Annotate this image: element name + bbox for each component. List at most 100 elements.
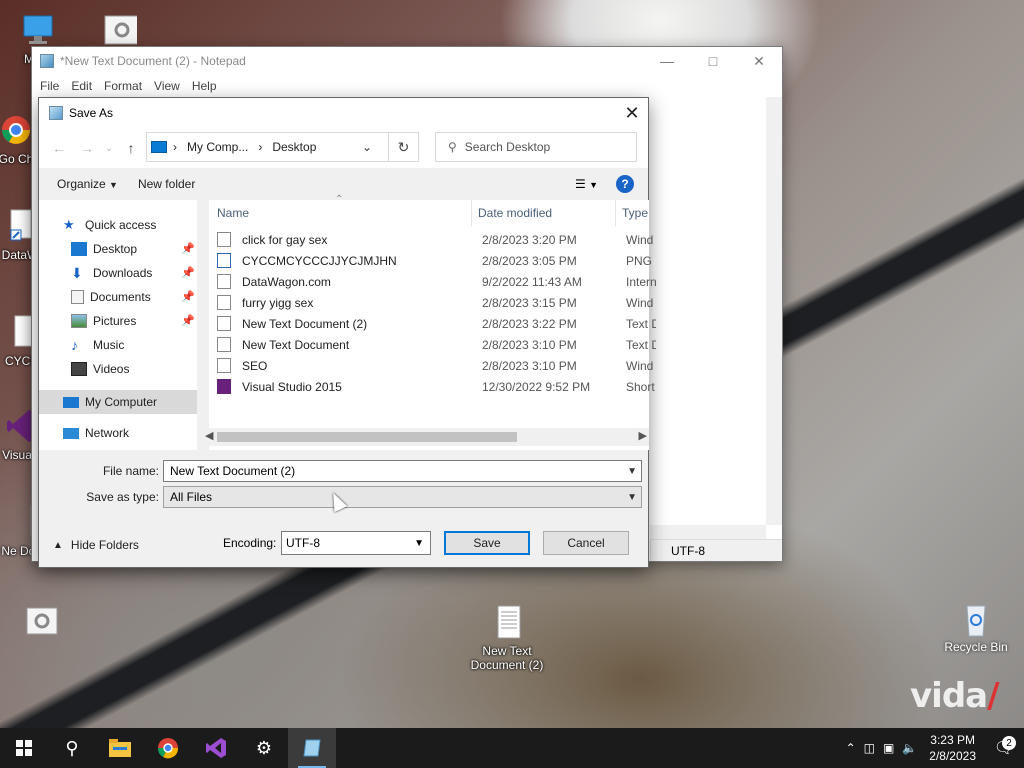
visual-studio-icon <box>217 379 231 394</box>
menu-format[interactable]: Format <box>98 79 148 93</box>
help-button[interactable]: ? <box>616 175 634 193</box>
start-button[interactable] <box>0 728 48 768</box>
nav-item-pictures[interactable]: Pictures <box>71 310 136 332</box>
desktop-icon-new-text-document-2[interactable]: New Text Document (2) <box>468 604 546 672</box>
file-name: New Text Document (2) <box>242 316 368 331</box>
file-name: DataWagon.com <box>242 274 331 289</box>
file-type: Wind <box>626 295 654 310</box>
file-row[interactable]: DataWagon.com 9/2/2022 11:43 AM Intern <box>215 271 656 292</box>
maximize-button[interactable]: □ <box>690 47 736 75</box>
nav-item-downloads[interactable]: ⬇ Downloads <box>71 262 152 284</box>
file-row[interactable]: click for gay sex 2/8/2023 3:20 PM Wind <box>215 229 653 250</box>
file-list-horizontal-scrollbar[interactable]: ◀ ▶ <box>203 428 649 446</box>
nav-item-desktop[interactable]: Desktop <box>71 238 137 260</box>
nav-item-documents[interactable]: Documents <box>71 286 151 308</box>
column-header-name[interactable]: Name <box>217 200 249 226</box>
taskbar-chrome[interactable] <box>144 728 192 768</box>
new-folder-button[interactable]: New folder <box>128 177 205 191</box>
file-row[interactable]: New Text Document 2/8/2023 3:10 PM Text D <box>215 334 656 355</box>
chevron-down-icon[interactable]: ▼ <box>627 466 637 477</box>
chrome-icon <box>2 116 30 144</box>
notepad-icon <box>303 739 321 757</box>
column-name-label: Name <box>217 206 250 220</box>
system-tray: ⌃ ◫ ▣ 🔈 3:23 PM 2/8/2023 🗨 2 <box>842 728 1024 768</box>
cancel-button[interactable]: Cancel <box>543 531 629 555</box>
caret-up-icon: ▲ <box>53 539 63 551</box>
nav-my-computer[interactable]: My Computer <box>63 391 157 413</box>
menu-view[interactable]: View <box>148 79 186 93</box>
clock[interactable]: 3:23 PM 2/8/2023 <box>921 732 984 764</box>
notepad-title-bar[interactable]: *New Text Document (2) - Notepad — □ ✕ <box>32 47 782 75</box>
address-bar[interactable]: › My Comp... › Desktop ⌄ <box>146 132 389 162</box>
menu-help[interactable]: Help <box>186 79 223 93</box>
search-input[interactable]: ⚲ Search Desktop <box>435 132 637 162</box>
scroll-left-icon[interactable]: ◀ <box>205 429 213 442</box>
menu-file[interactable]: File <box>34 79 65 93</box>
documents-icon <box>71 290 84 304</box>
column-type-label: Type <box>622 206 649 220</box>
minimize-button[interactable]: — <box>644 47 690 75</box>
taskbar-notepad[interactable] <box>288 728 336 768</box>
encoding-select[interactable]: UTF-8 ▼ <box>281 531 431 555</box>
taskbar-visual-studio[interactable] <box>192 728 240 768</box>
breadcrumb-my-computer[interactable]: My Comp... <box>187 140 248 154</box>
view-options-button[interactable]: ☰ ▼ <box>575 177 598 191</box>
watermark-mark: / <box>987 676 999 716</box>
column-divider[interactable] <box>615 200 616 226</box>
chevron-down-icon: ⌄ <box>104 142 114 154</box>
chevron-up-icon[interactable]: ⌃ <box>842 741 860 755</box>
watermark: vida/ <box>910 676 1000 716</box>
file-row[interactable]: New Text Document (2) 2/8/2023 3:22 PM Tex… <box>215 313 656 334</box>
file-name: furry yigg sex <box>242 295 314 310</box>
recent-locations-button[interactable]: ⌄ <box>101 143 117 154</box>
refresh-button[interactable]: ↻ <box>389 132 419 162</box>
menu-edit[interactable]: Edit <box>65 79 98 93</box>
nav-network[interactable]: Network <box>63 422 129 444</box>
close-button[interactable]: ✕ <box>736 47 782 75</box>
breadcrumb-desktop[interactable]: Desktop <box>272 140 316 154</box>
notepad-vertical-scrollbar[interactable] <box>766 97 782 525</box>
nav-item-music[interactable]: ♪ Music <box>71 334 124 356</box>
scroll-right-icon[interactable]: ▶ <box>639 429 647 442</box>
back-button[interactable]: ← <box>45 140 73 156</box>
file-row[interactable]: furry yigg sex 2/8/2023 3:15 PM Wind <box>215 292 653 313</box>
column-header-date[interactable]: Date modified <box>478 200 552 226</box>
file-date: 12/30/2022 9:52 PM <box>482 379 591 394</box>
encoding-value: UTF-8 <box>286 536 320 550</box>
organize-button[interactable]: Organize ▼ <box>47 177 128 191</box>
save-type-select[interactable]: All Files ▼ <box>163 486 642 508</box>
dialog-title-bar[interactable]: Save As ✕ <box>39 98 648 128</box>
file-row[interactable]: CYCCMCYCCCJJYCJMJHN 2/8/2023 3:05 PM PNG <box>215 250 652 271</box>
desktop-icon-recycle-bin[interactable]: Recycle Bin <box>940 600 1012 654</box>
taskbar-search-button[interactable]: ⚲ <box>48 728 96 768</box>
up-button[interactable]: ↑ <box>117 140 145 156</box>
file-date: 9/2/2022 11:43 AM <box>482 274 582 289</box>
save-button[interactable]: Save <box>444 531 530 555</box>
taskbar-settings[interactable]: ⚙ <box>240 728 288 768</box>
nav-quick-access[interactable]: ★ Quick access <box>63 214 156 236</box>
maximize-icon: □ <box>708 53 718 69</box>
scrollbar-thumb[interactable] <box>217 432 517 442</box>
status-encoding: UTF-8 <box>671 543 705 558</box>
dialog-close-button[interactable]: ✕ <box>616 98 648 128</box>
column-header-type[interactable]: Type <box>622 200 648 226</box>
nav-label: Documents <box>90 290 151 304</box>
action-center-button[interactable]: 🗨 2 <box>984 736 1024 758</box>
file-row[interactable]: Visual Studio 2015 12/30/2022 9:52 PM Shor… <box>215 376 655 397</box>
forward-button[interactable]: → <box>73 140 101 156</box>
column-divider[interactable] <box>471 200 472 226</box>
notepad-menu-bar: File Edit Format View Help <box>32 75 782 97</box>
nav-item-videos[interactable]: Videos <box>71 358 129 380</box>
file-row[interactable]: SEO 2/8/2023 3:10 PM Wind <box>215 355 653 376</box>
desktop-icon-settings-shortcut[interactable] <box>4 604 80 644</box>
hide-folders-button[interactable]: ▲ Hide Folders <box>53 538 139 552</box>
taskbar-file-explorer[interactable] <box>96 728 144 768</box>
volume-icon[interactable]: 🔈 <box>898 741 921 755</box>
battery-icon[interactable]: ◫ <box>860 741 879 755</box>
network-icon[interactable]: ▣ <box>879 741 898 755</box>
desktop-icon <box>71 242 87 256</box>
settings-icon <box>104 15 137 45</box>
file-name: click for gay sex <box>242 232 328 247</box>
file-name-input[interactable]: New Text Document (2) ▼ <box>163 460 642 482</box>
chevron-down-icon[interactable]: ⌄ <box>362 140 372 154</box>
